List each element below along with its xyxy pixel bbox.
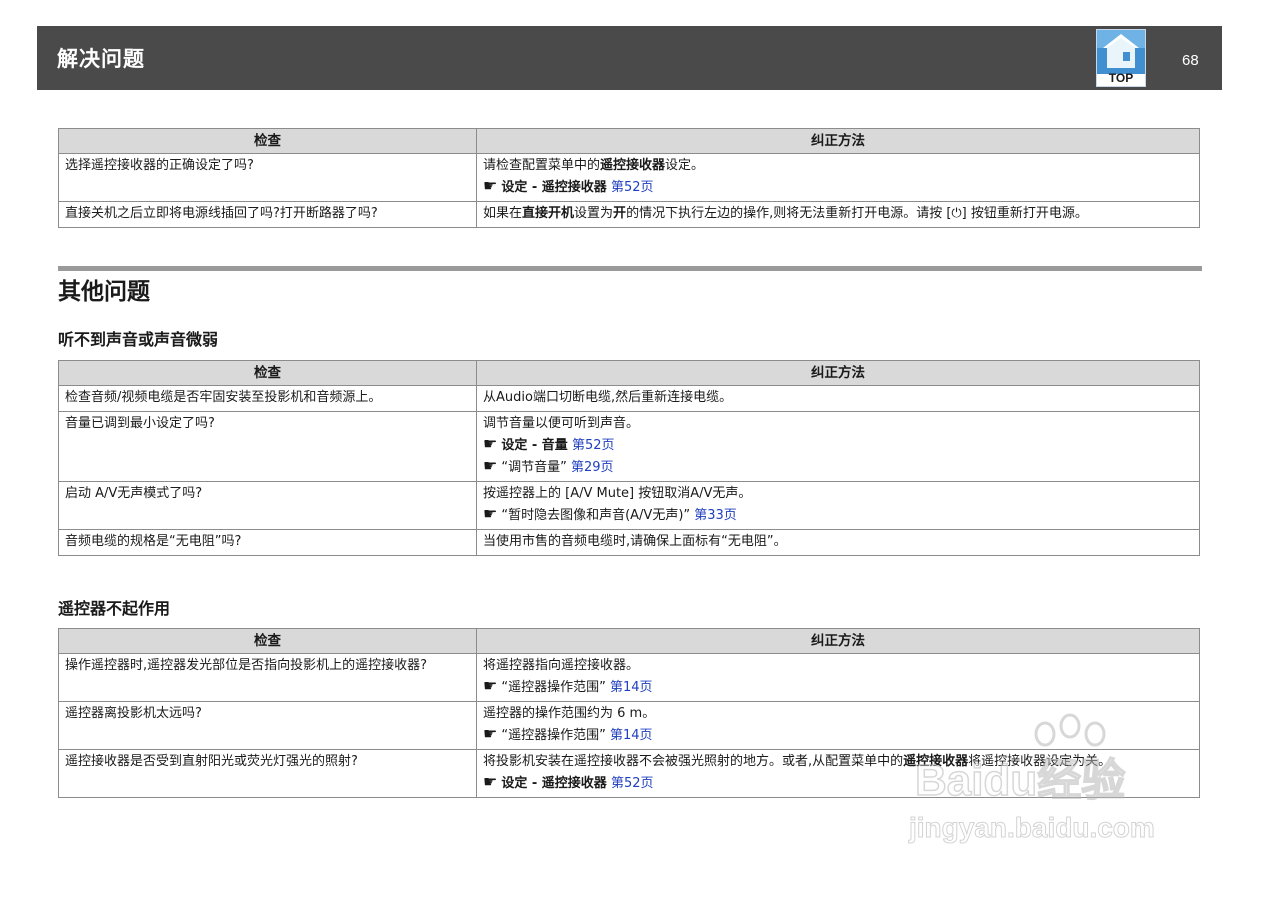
col-check-header: 检查 [58,128,477,154]
pointing-hand-icon: ☛ [483,676,498,695]
check-cell: 操作遥控器时,遥控器发光部位是否指向投影机上的遥控接收器? [58,653,477,702]
page-link[interactable]: 第52页 [572,438,615,453]
pointing-hand-icon: ☛ [483,176,498,195]
table-row: 启动 A/V无声模式了吗? 按遥控器上的 [A/V Mute] 按钮取消A/V无… [58,481,1200,530]
check-cell: 遥控器离投影机太远吗? [58,701,477,750]
page-link[interactable]: 第33页 [694,508,737,523]
table-row: 直接关机之后立即将电源线插回了吗?打开断路器了吗? 如果在直接开机设置为开的情况… [58,201,1200,228]
check-cell: 遥控接收器是否受到直射阳光或荧光灯强光的照射? [58,749,477,798]
table-row: 音频电缆的规格是“无电阻”吗? 当使用市售的音频电缆时,请确保上面标有“无电阻”… [58,529,1200,556]
page-title: 解决问题 [57,47,145,71]
fix-cell: 从Audio端口切断电缆,然后重新连接电缆。 [476,385,1200,412]
page-link[interactable]: 第14页 [610,728,653,743]
col-fix-header: 纠正方法 [476,628,1200,654]
reference: ☛ 设定 - 遥控接收器 第52页 [483,176,654,195]
col-fix-header: 纠正方法 [476,360,1200,386]
check-cell: 直接关机之后立即将电源线插回了吗?打开断路器了吗? [58,201,477,228]
subsection-title: 听不到声音或声音微弱 [58,330,219,349]
check-cell: 检查音频/视频电缆是否牢固安装至投影机和音频源上。 [58,385,477,412]
section-title: 其他问题 [58,279,150,305]
pointing-hand-icon: ☛ [483,456,498,475]
page-header: 解决问题 TOP 68 [37,26,1222,90]
check-cell: 选择遥控接收器的正确设定了吗? [58,153,477,202]
pointing-hand-icon: ☛ [483,504,498,523]
page-link[interactable]: 第29页 [571,460,614,475]
table-row: 操作遥控器时,遥控器发光部位是否指向投影机上的遥控接收器? 将遥控器指向遥控接收… [58,653,1200,702]
fix-cell: 当使用市售的音频电缆时,请确保上面标有“无电阻”。 [476,529,1200,556]
page-link[interactable]: 第52页 [611,180,654,195]
page-number: 68 [1182,52,1199,69]
fix-cell: 将遥控器指向遥控接收器。 ☛ “遥控器操作范围” 第14页 [476,653,1200,702]
reference: ☛ “调节音量” 第29页 [483,456,614,475]
pointing-hand-icon: ☛ [483,724,498,743]
reference: ☛ 设定 - 音量 第52页 [483,434,615,453]
table-row: 音量已调到最小设定了吗? 调节音量以便可听到声音。 ☛ 设定 - 音量 第52页 … [58,411,1200,482]
table-header-row: 检查 纠正方法 [58,360,1200,386]
check-cell: 音频电缆的规格是“无电阻”吗? [58,529,477,556]
reference: ☛ “暂时隐去图像和声音(A/V无声)” 第33页 [483,504,737,523]
fix-cell: 调节音量以便可听到声音。 ☛ 设定 - 音量 第52页 ☛ “调节音量” 第29页 [476,411,1200,482]
pointing-hand-icon: ☛ [483,434,498,453]
col-check-header: 检查 [58,628,477,654]
watermark-brand: Baidu经验 [914,755,1126,806]
table-row: 选择遥控接收器的正确设定了吗? 请检查配置菜单中的遥控接收器设定。 ☛ 设定 - … [58,153,1200,202]
table-power: 检查 纠正方法 选择遥控接收器的正确设定了吗? 请检查配置菜单中的遥控接收器设定… [58,128,1200,228]
watermark-url: jingyan.baidu.com [909,812,1156,844]
fix-cell: 请检查配置菜单中的遥控接收器设定。 ☛ 设定 - 遥控接收器 第52页 [476,153,1200,202]
pointing-hand-icon: ☛ [483,772,498,791]
table-row: 检查音频/视频电缆是否牢固安装至投影机和音频源上。 从Audio端口切断电缆,然… [58,385,1200,412]
top-button[interactable]: TOP [1096,29,1146,87]
top-label: TOP [1108,71,1134,85]
page-link[interactable]: 第14页 [610,680,653,695]
table-header-row: 检查 纠正方法 [58,128,1200,154]
check-cell: 音量已调到最小设定了吗? [58,411,477,482]
check-cell: 启动 A/V无声模式了吗? [58,481,477,530]
page-link[interactable]: 第52页 [611,776,654,791]
reference: ☛ “遥控器操作范围” 第14页 [483,676,653,695]
col-fix-header: 纠正方法 [476,128,1200,154]
table-header-row: 检查 纠正方法 [58,628,1200,654]
fix-text: 请检查配置菜单中的遥控接收器设定。 [483,158,705,173]
baidu-watermark: Baidu经验 jingyan.baidu.com [905,712,1205,862]
section-divider [58,266,1202,271]
col-check-header: 检查 [58,360,477,386]
table-audio: 检查 纠正方法 检查音频/视频电缆是否牢固安装至投影机和音频源上。 从Audio… [58,360,1200,556]
fix-cell: 按遥控器上的 [A/V Mute] 按钮取消A/V无声。 ☛ “暂时隐去图像和声音… [476,481,1200,530]
fix-cell: 如果在直接开机设置为开的情况下执行左边的操作,则将无法重新打开电源。请按 [⏻]… [476,201,1200,228]
subsection-title: 遥控器不起作用 [58,599,171,618]
